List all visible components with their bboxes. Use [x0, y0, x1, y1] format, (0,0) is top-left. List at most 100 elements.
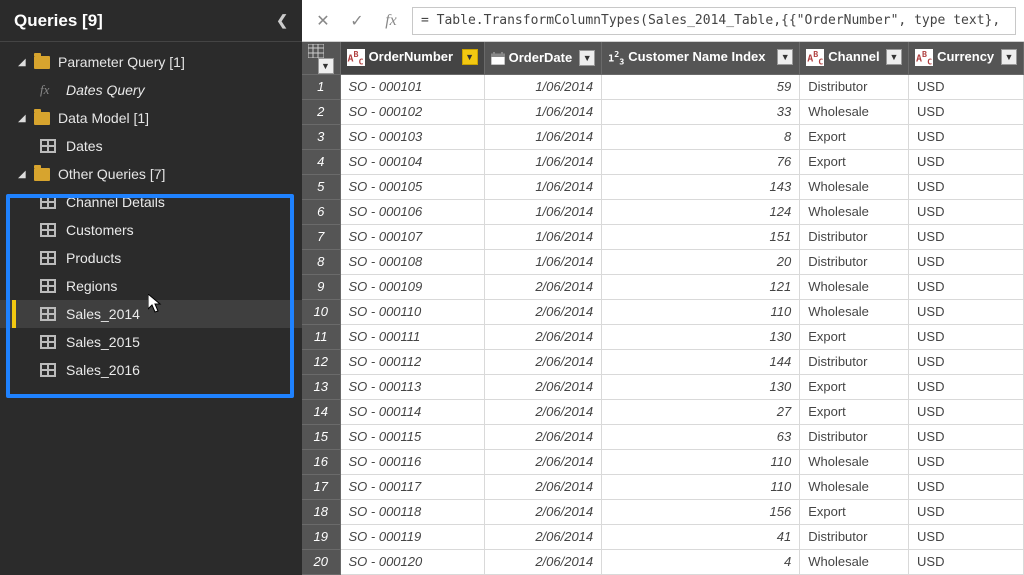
cell-ordernumber[interactable]: SO - 000104 — [340, 149, 484, 174]
query-group[interactable]: ◢Parameter Query [1] — [0, 48, 302, 76]
cell-ordernumber[interactable]: SO - 000120 — [340, 549, 484, 574]
cell-ordernumber[interactable]: SO - 000110 — [340, 299, 484, 324]
cell-currency[interactable]: USD — [909, 224, 1024, 249]
cell-customerindex[interactable]: 59 — [602, 74, 800, 99]
cell-orderdate[interactable]: 2/06/2014 — [484, 299, 602, 324]
table-row[interactable]: 15SO - 0001152/06/201463DistributorUSD — [302, 424, 1024, 449]
table-row[interactable]: 4SO - 0001041/06/201476ExportUSD — [302, 149, 1024, 174]
table-row[interactable]: 6SO - 0001061/06/2014124WholesaleUSD — [302, 199, 1024, 224]
cell-channel[interactable]: Distributor — [800, 74, 909, 99]
cell-orderdate[interactable]: 1/06/2014 — [484, 174, 602, 199]
cell-channel[interactable]: Distributor — [800, 424, 909, 449]
cell-currency[interactable]: USD — [909, 349, 1024, 374]
cell-orderdate[interactable]: 2/06/2014 — [484, 324, 602, 349]
column-filter-dropdown-icon[interactable]: ▼ — [886, 49, 902, 65]
cell-channel[interactable]: Wholesale — [800, 199, 909, 224]
cell-orderdate[interactable]: 2/06/2014 — [484, 274, 602, 299]
query-item[interactable]: Channel Details — [0, 188, 302, 216]
cell-orderdate[interactable]: 1/06/2014 — [484, 99, 602, 124]
cell-channel[interactable]: Wholesale — [800, 474, 909, 499]
row-number[interactable]: 17 — [302, 474, 340, 499]
row-number[interactable]: 13 — [302, 374, 340, 399]
cell-orderdate[interactable]: 1/06/2014 — [484, 199, 602, 224]
cell-ordernumber[interactable]: SO - 000109 — [340, 274, 484, 299]
cell-channel[interactable]: Wholesale — [800, 449, 909, 474]
cell-currency[interactable]: USD — [909, 299, 1024, 324]
table-row[interactable]: 16SO - 0001162/06/2014110WholesaleUSD — [302, 449, 1024, 474]
table-row[interactable]: 2SO - 0001021/06/201433WholesaleUSD — [302, 99, 1024, 124]
query-item[interactable]: Sales_2014 — [0, 300, 302, 328]
cell-ordernumber[interactable]: SO - 000101 — [340, 74, 484, 99]
column-header[interactable]: ABCOrderNumber▼ — [340, 42, 484, 74]
table-row[interactable]: 18SO - 0001182/06/2014156ExportUSD — [302, 499, 1024, 524]
column-filter-dropdown-icon[interactable]: ▼ — [777, 49, 793, 65]
row-number[interactable]: 10 — [302, 299, 340, 324]
row-number[interactable]: 8 — [302, 249, 340, 274]
cell-channel[interactable]: Distributor — [800, 249, 909, 274]
cell-currency[interactable]: USD — [909, 374, 1024, 399]
cell-channel[interactable]: Distributor — [800, 524, 909, 549]
column-filter-dropdown-icon[interactable]: ▼ — [462, 49, 478, 65]
column-header[interactable]: ABCCurrency▼ — [909, 42, 1024, 74]
collapse-sidebar-icon[interactable]: ❮ — [276, 12, 288, 29]
table-row[interactable]: 17SO - 0001172/06/2014110WholesaleUSD — [302, 474, 1024, 499]
cancel-formula-icon[interactable]: ✕ — [310, 8, 336, 34]
table-row[interactable]: 14SO - 0001142/06/201427ExportUSD — [302, 399, 1024, 424]
row-number[interactable]: 1 — [302, 74, 340, 99]
query-item[interactable]: Regions — [0, 272, 302, 300]
cell-customerindex[interactable]: 76 — [602, 149, 800, 174]
cell-orderdate[interactable]: 2/06/2014 — [484, 374, 602, 399]
table-row[interactable]: 5SO - 0001051/06/2014143WholesaleUSD — [302, 174, 1024, 199]
cell-ordernumber[interactable]: SO - 000112 — [340, 349, 484, 374]
accept-formula-icon[interactable]: ✓ — [344, 8, 370, 34]
cell-ordernumber[interactable]: SO - 000117 — [340, 474, 484, 499]
table-row[interactable]: 1SO - 0001011/06/201459DistributorUSD — [302, 74, 1024, 99]
cell-channel[interactable]: Export — [800, 124, 909, 149]
cell-currency[interactable]: USD — [909, 324, 1024, 349]
cell-orderdate[interactable]: 1/06/2014 — [484, 249, 602, 274]
table-row[interactable]: 3SO - 0001031/06/20148ExportUSD — [302, 124, 1024, 149]
cell-currency[interactable]: USD — [909, 199, 1024, 224]
cell-ordernumber[interactable]: SO - 000105 — [340, 174, 484, 199]
cell-orderdate[interactable]: 2/06/2014 — [484, 474, 602, 499]
cell-channel[interactable]: Wholesale — [800, 549, 909, 574]
cell-currency[interactable]: USD — [909, 274, 1024, 299]
row-number[interactable]: 4 — [302, 149, 340, 174]
row-menu-dropdown-icon[interactable]: ▼ — [318, 58, 334, 74]
cell-currency[interactable]: USD — [909, 249, 1024, 274]
query-item[interactable]: Sales_2015 — [0, 328, 302, 356]
query-group[interactable]: ◢Other Queries [7] — [0, 160, 302, 188]
cell-ordernumber[interactable]: SO - 000106 — [340, 199, 484, 224]
cell-channel[interactable]: Export — [800, 324, 909, 349]
cell-ordernumber[interactable]: SO - 000118 — [340, 499, 484, 524]
cell-channel[interactable]: Wholesale — [800, 274, 909, 299]
cell-customerindex[interactable]: 156 — [602, 499, 800, 524]
query-item[interactable]: Sales_2016 — [0, 356, 302, 384]
cell-orderdate[interactable]: 2/06/2014 — [484, 524, 602, 549]
cell-ordernumber[interactable]: SO - 000108 — [340, 249, 484, 274]
cell-customerindex[interactable]: 130 — [602, 324, 800, 349]
cell-customerindex[interactable]: 33 — [602, 99, 800, 124]
row-number[interactable]: 14 — [302, 399, 340, 424]
formula-input[interactable] — [412, 7, 1016, 35]
cell-currency[interactable]: USD — [909, 399, 1024, 424]
cell-customerindex[interactable]: 63 — [602, 424, 800, 449]
row-number[interactable]: 2 — [302, 99, 340, 124]
cell-ordernumber[interactable]: SO - 000102 — [340, 99, 484, 124]
cell-currency[interactable]: USD — [909, 474, 1024, 499]
cell-channel[interactable]: Distributor — [800, 224, 909, 249]
fx-icon[interactable]: fx — [378, 8, 404, 34]
cell-customerindex[interactable]: 27 — [602, 399, 800, 424]
cell-customerindex[interactable]: 143 — [602, 174, 800, 199]
cell-customerindex[interactable]: 144 — [602, 349, 800, 374]
cell-currency[interactable]: USD — [909, 74, 1024, 99]
query-group[interactable]: ◢Data Model [1] — [0, 104, 302, 132]
query-item[interactable]: fxDates Query — [0, 76, 302, 104]
cell-channel[interactable]: Distributor — [800, 349, 909, 374]
cell-customerindex[interactable]: 151 — [602, 224, 800, 249]
table-row[interactable]: 11SO - 0001112/06/2014130ExportUSD — [302, 324, 1024, 349]
cell-orderdate[interactable]: 2/06/2014 — [484, 424, 602, 449]
row-number[interactable]: 20 — [302, 549, 340, 574]
cell-orderdate[interactable]: 2/06/2014 — [484, 449, 602, 474]
table-row[interactable]: 19SO - 0001192/06/201441DistributorUSD — [302, 524, 1024, 549]
